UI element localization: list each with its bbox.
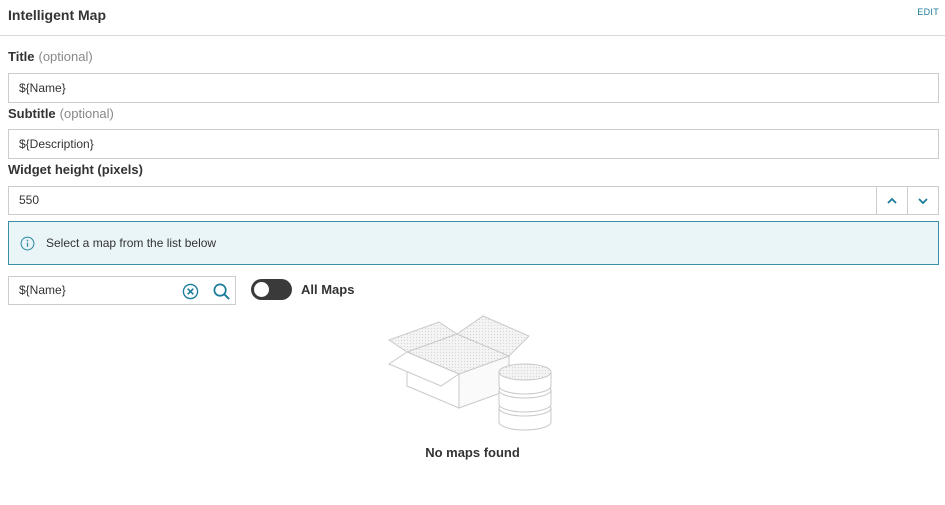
clear-icon[interactable] xyxy=(182,283,199,300)
widget-title: Intelligent Map xyxy=(8,7,106,23)
info-icon xyxy=(20,236,35,251)
title-optional-hint: (optional) xyxy=(38,49,93,64)
all-maps-toggle[interactable] xyxy=(251,279,292,300)
empty-state-text: No maps found xyxy=(425,445,520,460)
subtitle-label-text: Subtitle xyxy=(8,106,56,121)
subtitle-input[interactable]: ${Description} xyxy=(8,129,939,159)
height-number-input[interactable]: 550 xyxy=(8,186,939,215)
search-value[interactable]: ${Name} xyxy=(19,277,66,304)
subtitle-optional-hint: (optional) xyxy=(59,106,114,121)
chevron-up-icon xyxy=(887,197,897,204)
increment-button[interactable] xyxy=(876,187,907,214)
info-text: Select a map from the list below xyxy=(46,236,217,250)
map-search-input[interactable]: ${Name} xyxy=(8,276,236,305)
widget-header: Intelligent Map EDIT xyxy=(0,0,945,36)
empty-box-database-illustration xyxy=(387,315,552,431)
height-value[interactable]: 550 xyxy=(19,187,39,214)
height-field-label: Widget height (pixels) xyxy=(8,162,143,177)
edit-link[interactable]: EDIT xyxy=(917,7,939,17)
info-banner: Select a map from the list below xyxy=(8,221,939,265)
chevron-down-icon xyxy=(918,197,928,204)
decrement-button[interactable] xyxy=(907,187,938,214)
toggle-knob xyxy=(254,282,269,297)
search-icon[interactable] xyxy=(212,282,231,301)
title-label-text: Title xyxy=(8,49,35,64)
title-input[interactable]: ${Name} xyxy=(8,73,939,103)
all-maps-label: All Maps xyxy=(301,282,355,297)
subtitle-field-label: Subtitle (optional) xyxy=(8,106,114,121)
title-field-label: Title (optional) xyxy=(8,49,93,64)
